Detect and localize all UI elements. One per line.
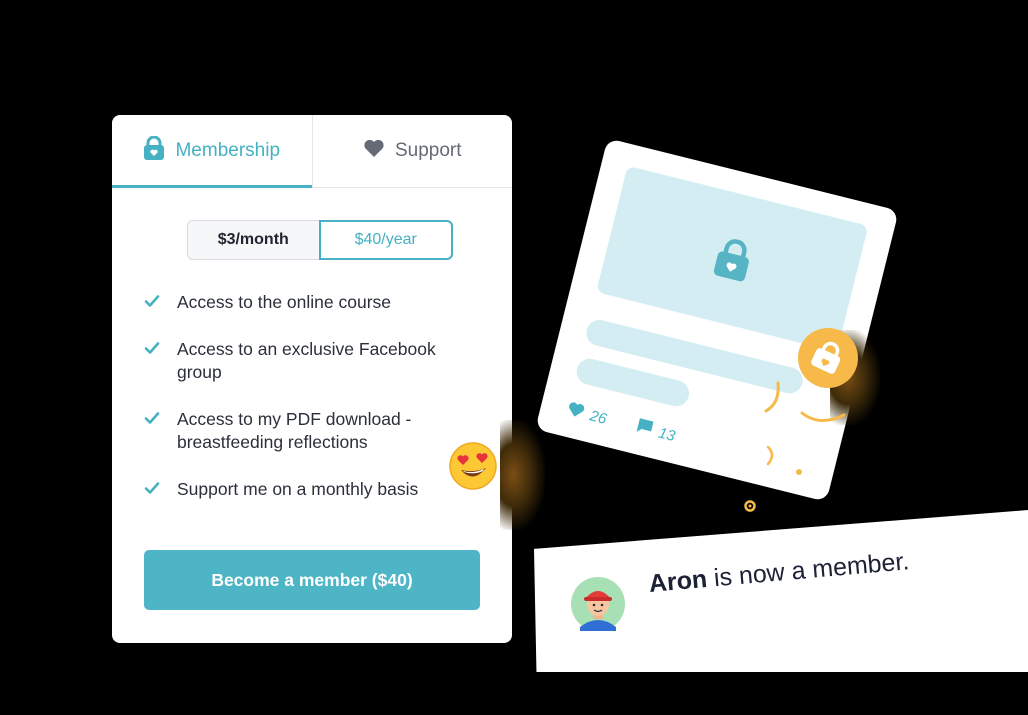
member-name: Aron (647, 564, 709, 598)
avatar (571, 577, 625, 631)
member-notification: Aron is now a member. (0, 0, 1028, 715)
